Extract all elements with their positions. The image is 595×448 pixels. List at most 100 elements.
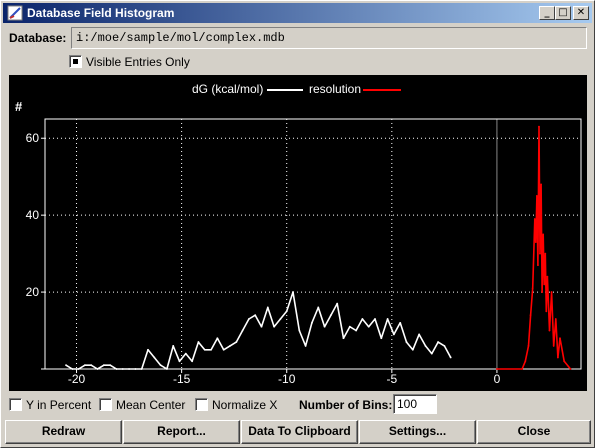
window-title: Database Field Histogram	[27, 6, 175, 20]
data-point	[539, 252, 541, 255]
y-percent-label: Y in Percent	[26, 397, 92, 412]
x-tick-label: -10	[278, 372, 296, 386]
data-point	[336, 302, 339, 305]
data-point	[544, 252, 547, 255]
data-point	[367, 325, 370, 328]
data-point	[172, 345, 175, 347]
close-button[interactable]: Close	[477, 420, 591, 444]
data-point	[298, 329, 301, 332]
data-point	[71, 368, 74, 370]
data-point	[411, 348, 414, 351]
data-point	[260, 325, 263, 328]
visible-entries-label: Visible Entries Only	[86, 54, 190, 69]
settings-button[interactable]: Settings...	[359, 420, 476, 444]
bins-input[interactable]: 100	[393, 394, 437, 414]
data-point	[109, 364, 112, 367]
data-point	[153, 356, 156, 359]
data-point	[374, 318, 376, 320]
data-point	[548, 329, 551, 332]
data-point	[531, 287, 534, 290]
data-point	[147, 348, 149, 351]
data-point	[210, 348, 212, 351]
data-point	[556, 356, 559, 359]
data-point	[443, 345, 446, 347]
chart-grid	[45, 119, 581, 369]
data-point	[537, 264, 539, 267]
y-percent-checkbox[interactable]	[9, 398, 22, 412]
data-point	[184, 352, 187, 355]
title-bar[interactable]: Database Field Histogram _ □ ✕	[3, 3, 592, 23]
data-point	[329, 314, 332, 317]
redraw-button[interactable]: Redraw	[5, 420, 122, 444]
data-point	[524, 360, 527, 363]
data-point	[554, 318, 557, 320]
data-point	[285, 310, 288, 313]
data-point	[121, 368, 124, 370]
y-tick-label: 20	[26, 285, 40, 299]
data-point	[311, 321, 313, 324]
x-tick-label: -15	[173, 372, 191, 386]
data-point	[317, 306, 320, 309]
data-point	[348, 325, 351, 328]
data-point	[563, 360, 566, 363]
data-point	[418, 333, 421, 336]
mean-center-toggle[interactable]: Mean Center	[99, 397, 185, 413]
data-point	[279, 318, 282, 320]
chart-legend: dG (kcal/mol) resolution	[192, 82, 401, 96]
data-point	[535, 195, 538, 197]
histogram-chart: dG (kcal/mol) resolution -20 -15 -10 -5 0 20 40…	[15, 82, 582, 386]
data-point	[216, 337, 219, 340]
data-point	[241, 329, 244, 332]
data-point	[405, 341, 408, 343]
data-point	[203, 348, 206, 351]
data-point	[393, 333, 395, 336]
normalize-x-toggle[interactable]: Normalize X	[195, 397, 277, 413]
series-line-0	[65, 291, 452, 370]
y-tick-label: 40	[26, 208, 40, 222]
data-point	[437, 341, 439, 343]
data-point	[496, 368, 498, 370]
data-point	[342, 337, 345, 340]
data-point	[533, 218, 536, 220]
data-point	[323, 325, 326, 328]
data-point	[546, 275, 549, 278]
data-point	[115, 368, 118, 370]
mean-center-checkbox[interactable]	[99, 398, 112, 412]
x-tick-label: 0	[494, 372, 501, 386]
visible-entries-toggle[interactable]: Visible Entries Only	[69, 54, 190, 70]
data-point	[159, 364, 162, 367]
data-point	[399, 321, 402, 324]
data-point	[229, 345, 231, 347]
minimize-button[interactable]: _	[539, 6, 555, 20]
data-point	[247, 318, 250, 320]
normalize-x-checkbox[interactable]	[195, 398, 208, 412]
data-point	[90, 364, 93, 367]
data-point	[140, 368, 143, 370]
data-point	[386, 318, 389, 320]
data-point	[559, 337, 561, 340]
data-point	[178, 360, 181, 363]
data-point	[545, 310, 548, 313]
database-path-field[interactable]: i:/moe/sample/mol/complex.mdb	[71, 27, 587, 49]
data-point	[380, 337, 383, 340]
data-point	[197, 341, 200, 343]
data-to-clipboard-button[interactable]: Data To Clipboard	[241, 420, 358, 444]
y-percent-toggle[interactable]: Y in Percent	[9, 397, 91, 413]
histogram-plot: dG (kcal/mol) resolution -20 -15 -10 -5 0 20 40…	[9, 75, 587, 391]
maximize-button[interactable]: □	[555, 6, 571, 20]
x-tick-label: -20	[68, 372, 86, 386]
visible-entries-checkbox[interactable]	[69, 55, 82, 69]
data-point	[534, 241, 537, 243]
data-point	[543, 283, 546, 286]
series-line-1	[496, 125, 572, 370]
data-point	[77, 368, 80, 370]
bins-label: Number of Bins:	[299, 398, 393, 412]
close-window-button[interactable]: ✕	[573, 6, 589, 20]
legend-label-0: dG (kcal/mol)	[192, 82, 263, 96]
chart-series	[65, 125, 572, 370]
data-point	[449, 356, 452, 359]
data-point	[542, 233, 545, 236]
data-point	[166, 368, 168, 370]
data-point	[430, 352, 433, 355]
report-button[interactable]: Report...	[123, 420, 240, 444]
